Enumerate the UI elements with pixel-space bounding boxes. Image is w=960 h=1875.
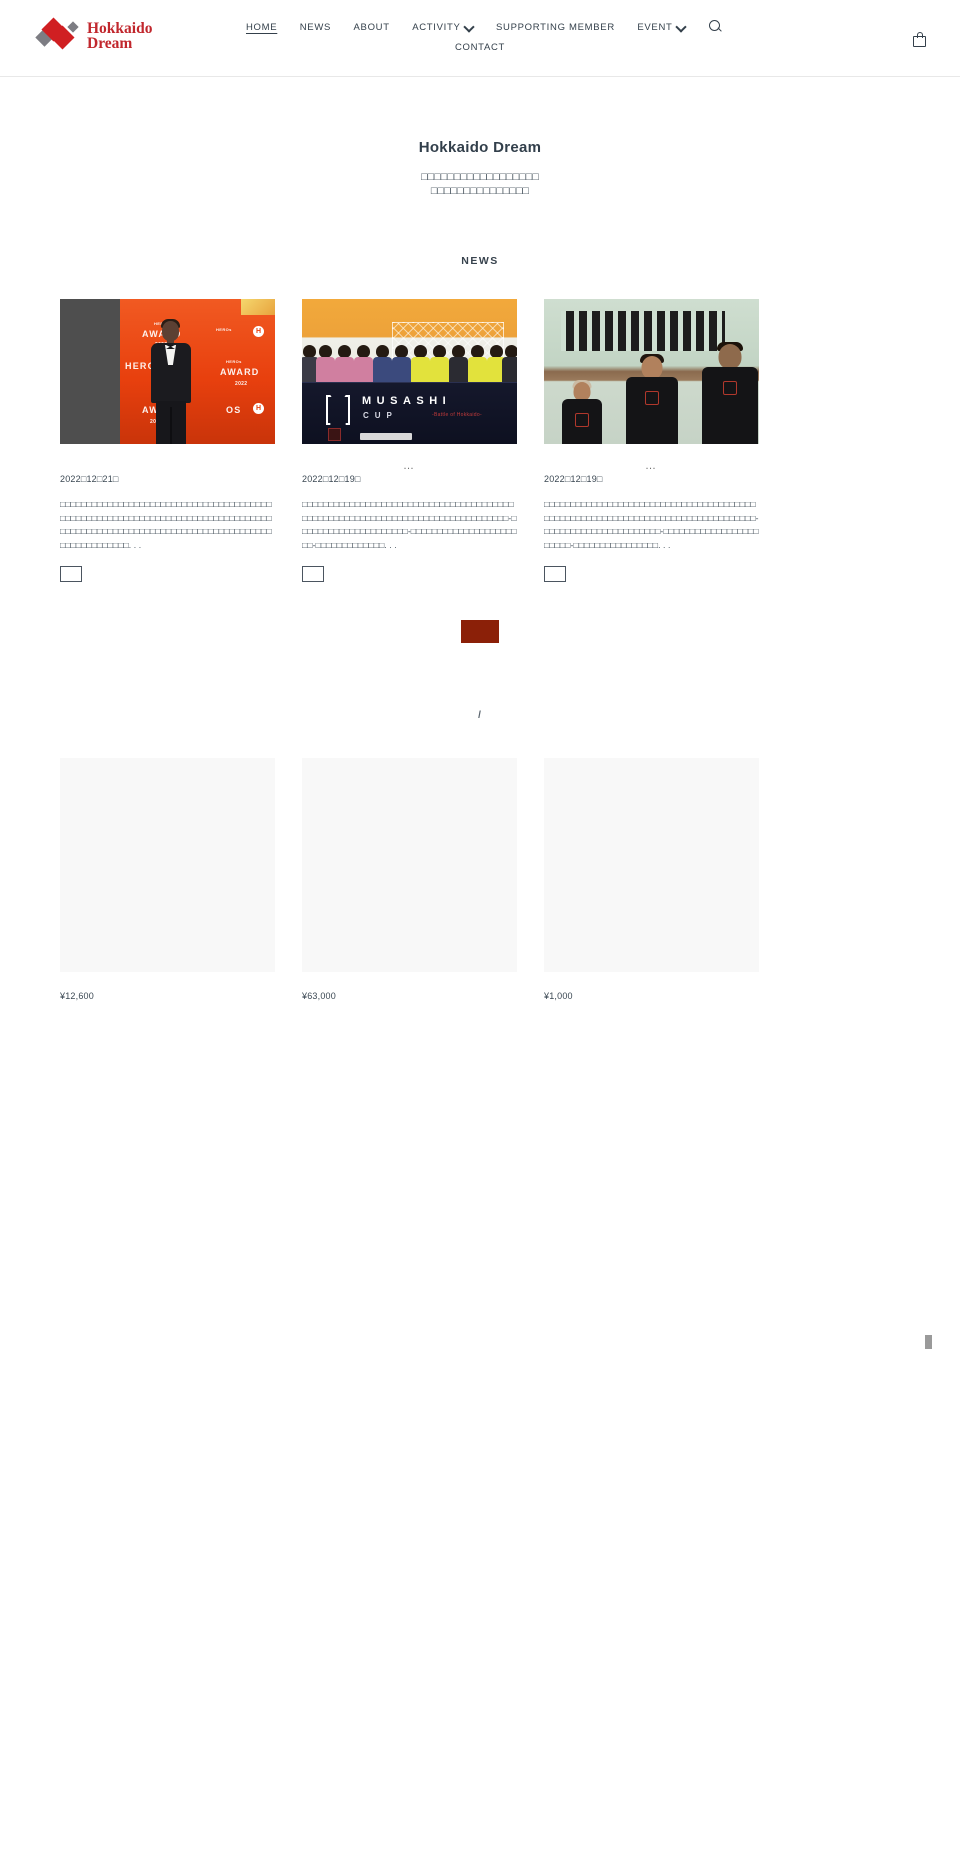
nav-item-contact[interactable]: CONTACT: [455, 38, 505, 58]
shop-section: / ¥12,600 ¥63,000 ¥1,000: [0, 710, 960, 1001]
chevron-down-icon: [677, 22, 686, 31]
search-icon[interactable]: [709, 20, 723, 34]
news-card-read-more-button[interactable]: [302, 566, 324, 583]
nav-item-news[interactable]: NEWS: [300, 18, 331, 38]
news-card-excerpt: □□□□□□□□□□□□□□□□□□□□□□□□□□□□□□□□□□□□□□□□…: [544, 499, 759, 550]
chevron-down-icon: [465, 22, 474, 31]
nav-item-event-label: EVENT: [637, 22, 673, 33]
hero-subtitle-line1: □□□□□□□□□□□□□□□□□□: [421, 171, 539, 183]
news-card-excerpt: □□□□□□□□□□□□□□□□□□□□□□□□□□□□□□□□□□□□□□□□…: [60, 499, 272, 550]
scroll-indicator: [925, 1335, 932, 1349]
news-card-ellipsis: [60, 458, 275, 474]
news-section: NEWS HEROs AWARD 2022 HEROs H HEROs HERO…: [0, 255, 960, 648]
news-more-button-container: [0, 620, 960, 648]
product-image[interactable]: [60, 758, 275, 973]
news-card: … 2022□12□19□ □□□□□□□□□□□□□□□□□□□□□□□□□□…: [544, 299, 759, 586]
news-card-date: 2022□12□21□: [60, 474, 119, 484]
news-view-more-button[interactable]: [461, 620, 499, 644]
news-card-ellipsis: …: [645, 460, 658, 472]
news-card-excerpt: □□□□□□□□□□□□□□□□□□□□□□□□□□□□□□□□□□□□□□□□…: [302, 499, 517, 550]
news-card-thumbnail[interactable]: HEROs AWARD 2022 HEROs H HEROs HEROs AWA…: [60, 299, 275, 444]
news-card-date: 2022□12□19□: [544, 474, 603, 484]
news-card: HEROs AWARD 2022 HEROs H HEROs HEROs AWA…: [60, 299, 275, 586]
nav-item-event[interactable]: EVENT: [637, 18, 685, 38]
news-card-date: 2022□12□19□: [302, 474, 361, 484]
main-navigation: HOME NEWS ABOUT ACTIVITY SUPPORTING MEMB…: [0, 18, 960, 58]
product-card: ¥1,000: [544, 758, 759, 1001]
hero-subtitle: □□□□□□□□□□□□□□□□□□ □□□□□□□□□□□□□□□: [0, 170, 960, 198]
news-card-thumbnail[interactable]: [544, 299, 759, 444]
page-title: Hokkaido Dream: [418, 139, 542, 156]
news-card-grid: HEROs AWARD 2022 HEROs H HEROs HEROs AWA…: [0, 299, 960, 586]
hero-subtitle-line2: □□□□□□□□□□□□□□□: [430, 185, 530, 197]
product-image[interactable]: [544, 758, 759, 973]
news-card-read-more-button[interactable]: [60, 566, 82, 583]
product-image[interactable]: [302, 758, 517, 973]
product-card: ¥63,000: [302, 758, 517, 1001]
nav-item-about[interactable]: ABOUT: [354, 18, 390, 38]
news-heading: NEWS: [461, 255, 499, 267]
nav-item-supporting-member[interactable]: SUPPORTING MEMBER: [496, 18, 615, 38]
hero-section: Hokkaido Dream □□□□□□□□□□□□□□□□□□ □□□□□□…: [0, 77, 960, 198]
product-price: ¥63,000: [302, 991, 336, 1002]
site-header: Hokkaido Dream HOME NEWS ABOUT ACTIVITY …: [0, 0, 960, 77]
news-card-thumbnail[interactable]: MUSASHI CUP -Battle of Hokkaido-: [302, 299, 517, 444]
news-card-ellipsis: …: [403, 460, 416, 472]
nav-item-home[interactable]: HOME: [246, 18, 277, 38]
shopping-bag-icon[interactable]: [913, 32, 926, 47]
product-price: ¥12,600: [60, 991, 94, 1002]
news-card-read-more-button[interactable]: [544, 566, 566, 583]
news-card: MUSASHI CUP -Battle of Hokkaido- … 2022□…: [302, 299, 517, 586]
product-card: ¥12,600: [60, 758, 275, 1001]
nav-item-activity-label: ACTIVITY: [412, 22, 461, 33]
shop-heading: /: [478, 710, 482, 722]
product-grid: ¥12,600 ¥63,000 ¥1,000: [0, 758, 960, 1001]
nav-item-activity[interactable]: ACTIVITY: [412, 18, 473, 38]
product-price: ¥1,000: [544, 991, 573, 1002]
